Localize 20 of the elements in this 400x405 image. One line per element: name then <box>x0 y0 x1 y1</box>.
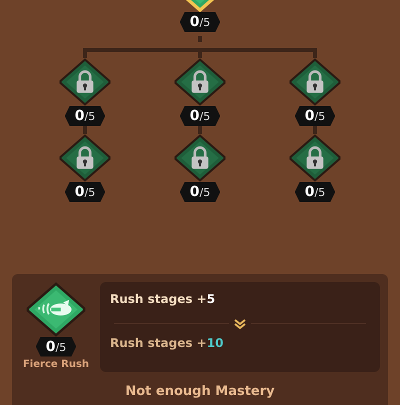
level-counter: 0/5 <box>180 182 220 202</box>
status-text: Not enough Mastery <box>124 382 276 400</box>
skill-node[interactable] <box>59 58 111 106</box>
skill-node[interactable] <box>174 134 226 182</box>
skill-node[interactable] <box>174 58 226 106</box>
stat-line: Rush stages +10 <box>110 334 224 352</box>
skill-node[interactable] <box>26 282 86 336</box>
skill-name: Fierce Rush <box>22 358 90 372</box>
chevron-down-icon <box>233 318 247 330</box>
skill-node[interactable] <box>289 58 341 106</box>
skill-node[interactable] <box>59 134 111 182</box>
level-counter: 0/5 <box>180 12 220 32</box>
level-counter: 0/5 <box>64 106 106 126</box>
level-counter: 0/5 <box>294 106 336 126</box>
level-counter: 0/5 <box>36 336 76 356</box>
skill-node[interactable] <box>289 134 341 182</box>
level-counter: 0/5 <box>294 182 336 202</box>
level-counter: 0/5 <box>180 106 220 126</box>
stat-line: Rush stages +5 <box>110 290 216 308</box>
level-counter: 0/5 <box>64 182 106 202</box>
